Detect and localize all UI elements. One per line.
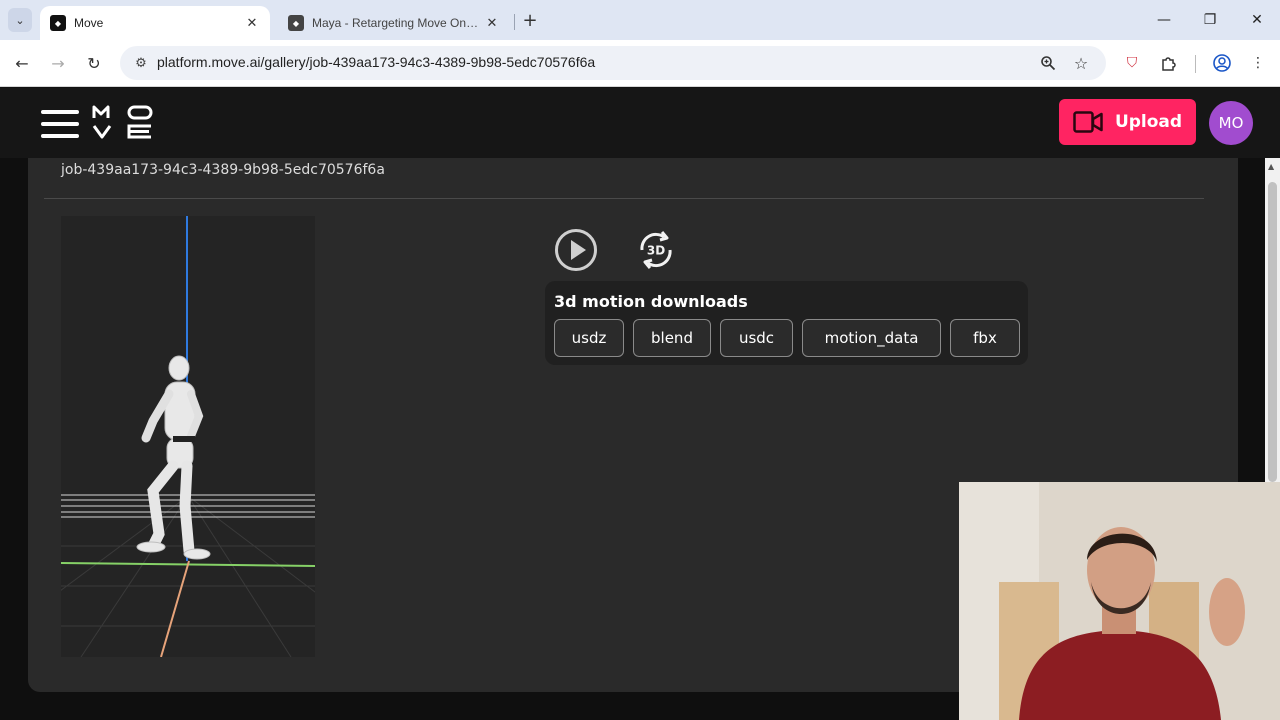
url-text[interactable]: platform.move.ai/gallery/job-439aa173-94… xyxy=(157,54,595,70)
tab-close-icon[interactable]: ✕ xyxy=(244,15,260,31)
job-title: job-439aa173-94c3-4389-9b98-5edc70576f6a xyxy=(61,162,385,178)
download-usdz-button[interactable]: usdz xyxy=(554,319,624,357)
minimize-icon[interactable]: — xyxy=(1152,8,1176,32)
tab-search-icon[interactable]: ⌄ xyxy=(8,8,32,32)
tab-separator xyxy=(514,14,515,30)
viewer-controls: 3D xyxy=(554,228,676,272)
toolbar-separator xyxy=(1195,55,1196,73)
window-close-icon[interactable]: ✕ xyxy=(1245,8,1269,32)
rotate-label: 3D xyxy=(647,244,665,258)
upload-label: Upload xyxy=(1114,112,1183,132)
tab-move[interactable]: ◆ Move ✕ xyxy=(40,6,270,40)
tab-title: Move xyxy=(74,16,104,30)
move-favicon-icon: ◆ xyxy=(288,15,304,31)
tab-title: Maya - Retargeting Move One Animations t… xyxy=(312,16,484,30)
extensions-puzzle-icon[interactable] xyxy=(1157,51,1181,75)
scroll-up-icon[interactable]: ▲ xyxy=(1268,162,1274,171)
download-fbx-button[interactable]: fbx xyxy=(950,319,1020,357)
reload-icon[interactable]: ↻ xyxy=(82,51,106,75)
tab-maya[interactable]: ◆ Maya - Retargeting Move One Animations… xyxy=(278,6,510,40)
restore-icon[interactable]: ❐ xyxy=(1198,8,1222,32)
rotate-3d-button[interactable]: 3D xyxy=(634,228,678,272)
extension-pocket-icon[interactable]: ⛉ xyxy=(1120,51,1144,75)
forward-icon[interactable]: → xyxy=(46,51,70,75)
browser-toolbar: ← → ↻ ⚙ platform.move.ai/gallery/job-439… xyxy=(0,40,1280,87)
download-motion-data-button[interactable]: motion_data xyxy=(802,319,941,357)
scroll-thumb[interactable] xyxy=(1268,182,1277,482)
webcam-overlay xyxy=(959,482,1280,720)
move-favicon-icon: ◆ xyxy=(50,15,66,31)
app-header: Upload MO xyxy=(0,88,1280,158)
site-info-icon[interactable]: ⚙ xyxy=(132,54,150,72)
browser-menu-icon[interactable]: ⋮ xyxy=(1246,51,1270,75)
rotate-3d-icon: 3D xyxy=(640,231,672,269)
downloads-panel: 3d motion downloads usdz blend usdc moti… xyxy=(545,281,1028,365)
address-bar[interactable]: ⚙ platform.move.ai/gallery/job-439aa173-… xyxy=(120,46,1106,80)
bookmark-star-icon[interactable]: ☆ xyxy=(1071,53,1091,73)
download-blend-button[interactable]: blend xyxy=(633,319,711,357)
divider xyxy=(44,198,1204,199)
back-icon[interactable]: ← xyxy=(10,51,34,75)
presenter-video xyxy=(959,482,1280,720)
hamburger-icon[interactable] xyxy=(41,110,79,138)
browser-tab-bar: ⌄ ◆ Move ✕ ◆ Maya - Retargeting Move One… xyxy=(0,0,1280,40)
upload-button[interactable]: Upload xyxy=(1059,99,1196,145)
download-usdc-button[interactable]: usdc xyxy=(720,319,793,357)
avatar[interactable]: MO xyxy=(1209,101,1253,145)
new-tab-icon[interactable]: + xyxy=(520,10,540,31)
3d-viewport[interactable] xyxy=(61,216,315,657)
move-logo-icon[interactable] xyxy=(92,104,154,142)
zoom-icon[interactable] xyxy=(1038,53,1058,73)
tab-close-icon[interactable]: ✕ xyxy=(484,15,500,31)
video-camera-icon xyxy=(1073,111,1103,133)
3d-scene xyxy=(61,216,315,657)
downloads-title: 3d motion downloads xyxy=(554,292,748,311)
play-circle-icon[interactable] xyxy=(554,228,598,272)
profile-icon[interactable] xyxy=(1210,51,1234,75)
